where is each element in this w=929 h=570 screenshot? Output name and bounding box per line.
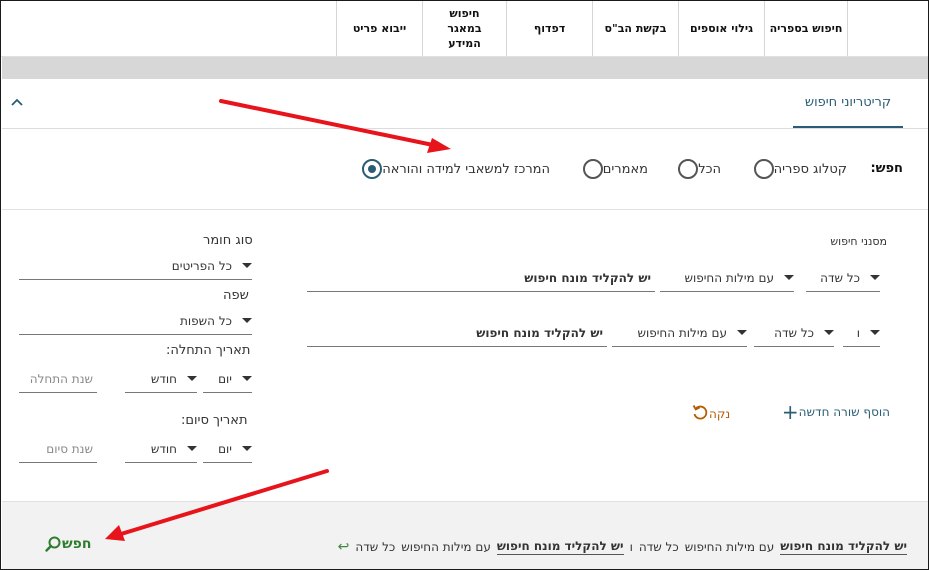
gray-divider [2, 57, 928, 79]
summary-field-1: כל שדה [355, 540, 396, 554]
search-button[interactable]: חפש [40, 535, 91, 553]
start-year-placeholder: שנת התחלה [29, 371, 93, 386]
summary-field-2: כל שדה [638, 540, 679, 554]
term-input-value: יש להקליד מונח חיפוש [524, 270, 651, 285]
nav-interlibrary-request[interactable]: בקשת הב"ס [592, 1, 678, 56]
end-day-select[interactable]: יום [203, 435, 252, 463]
operator-select-value: עם מילות החיפוש [637, 325, 727, 340]
add-row-label: הוסף שורה חדשה [798, 405, 890, 419]
summary-term-2[interactable]: יש להקליד מונח חיפוש [780, 539, 907, 555]
top-navigation: חיפוש בספריה גילוי אוספים בקשת הב"ס דפדו… [1, 1, 928, 57]
bool-select-value: ו [856, 325, 860, 340]
field-select-1[interactable]: כל שדה [806, 264, 880, 292]
term-input-2[interactable]: יש להקליד מונח חיפוש [307, 319, 607, 347]
filters-label: מסנני חיפוש [830, 235, 887, 248]
end-year-placeholder: שנת סיום [46, 441, 93, 456]
term-input-1[interactable]: יש להקליד מונח חיפוש [307, 264, 655, 292]
radio-all[interactable]: הכל [670, 157, 721, 181]
radio-learning-center[interactable]: המרכז למשאבי למידה והוראה [354, 157, 550, 181]
summary-bool: ו [629, 540, 633, 554]
caret-down-icon [187, 376, 197, 381]
operator-select-value: עם מילות החיפוש [684, 270, 774, 285]
caret-down-icon [242, 263, 252, 268]
start-day-value: יום [218, 371, 232, 386]
query-summary-bar: ↩ כל שדה עם מילות החיפוש יש להקליד מונח … [2, 501, 928, 569]
material-type-value: כל הפריטים [171, 258, 232, 273]
search-icon [45, 536, 61, 552]
start-date-label: תאריך התחלה: [166, 343, 251, 358]
caret-down-icon [870, 275, 880, 280]
material-type-label: סוג חומר [203, 233, 253, 248]
app-window: חיפוש בספריה גילוי אוספים בקשת הב"ס דפדו… [0, 0, 929, 570]
radio-articles[interactable]: מאמרים [575, 157, 648, 181]
end-month-select[interactable]: חודש [125, 435, 197, 463]
field-select-value: כל שדה [820, 270, 860, 285]
radio-circle-checked[interactable] [362, 159, 383, 179]
radio-label: מאמרים [602, 161, 648, 177]
caret-down-icon [737, 330, 747, 335]
language-label: שפה [223, 288, 249, 303]
clear-button[interactable]: נקה [687, 403, 730, 424]
bool-select-2[interactable]: ו [843, 319, 880, 347]
radio-circle[interactable] [678, 159, 699, 179]
start-month-value: חודש [150, 371, 177, 386]
caret-down-icon [187, 446, 197, 451]
criteria-header: קריטריוני חיפוש [2, 79, 928, 129]
undo-icon [691, 403, 709, 424]
radio-circle[interactable] [582, 159, 603, 179]
add-row-button[interactable]: + הוסף שורה חדשה [776, 400, 890, 424]
radio-label: קטלוג ספריה [773, 161, 847, 177]
radio-circle[interactable] [753, 159, 774, 179]
tab-search-criteria[interactable]: קריטריוני חיפוש [793, 79, 903, 128]
summary-term-1[interactable]: יש להקליד מונח חיפוש [496, 539, 624, 555]
end-year-input[interactable]: שנת סיום [19, 435, 97, 463]
caret-down-icon [784, 275, 794, 280]
summary-operator-1: עם מילות החיפוש [401, 540, 491, 554]
nav-browse[interactable]: דפדוף [506, 1, 592, 56]
search-scope: חפש: קטלוג ספריה הכל מאמרים המרכז למשאבי… [2, 129, 928, 210]
caret-down-icon [242, 318, 252, 323]
nav-collection-discovery[interactable]: גילוי אוספים [678, 1, 764, 56]
nav-import-item[interactable]: ייבוא פריט [336, 1, 422, 56]
nav-list: חיפוש בספריה גילוי אוספים בקשת הב"ס דפדו… [336, 1, 848, 56]
enter-arrow-icon: ↩ [337, 539, 350, 555]
caret-down-icon [870, 330, 880, 335]
language-value: כל השפות [180, 313, 232, 328]
start-month-select[interactable]: חודש [125, 365, 197, 393]
field-select-2[interactable]: כל שדה [754, 319, 834, 347]
query-summary: ↩ כל שדה עם מילות החיפוש יש להקליד מונח … [330, 539, 907, 555]
radio-label: הכל [698, 161, 721, 177]
operator-select-1[interactable]: עם מילות החיפוש [660, 264, 794, 292]
end-date-label: תאריך סיום: [181, 413, 248, 428]
material-type-select[interactable]: כל הפריטים [19, 252, 252, 280]
scope-label: חפש: [870, 161, 903, 176]
clear-label: נקה [709, 406, 731, 421]
summary-operator-2: עם מילות החיפוש [684, 540, 775, 554]
search-button-label: חפש [62, 536, 92, 552]
radio-library-catalog[interactable]: קטלוג ספריה [746, 157, 847, 181]
radio-label: המרכז למשאבי למידה והוראה [382, 161, 550, 177]
nav-library-search[interactable]: חיפוש בספריה [764, 1, 848, 56]
end-day-value: יום [218, 441, 232, 456]
chevron-up-icon[interactable] [8, 93, 26, 111]
term-input-value: יש להקליד מונח חיפוש [476, 325, 603, 340]
caret-down-icon [242, 446, 252, 451]
caret-down-icon [824, 330, 834, 335]
language-select[interactable]: כל השפות [19, 307, 252, 335]
plus-icon: + [781, 400, 799, 424]
nav-database-search[interactable]: חיפוש במאגר המידע [422, 1, 506, 56]
field-select-value: כל שדה [774, 325, 814, 340]
start-day-select[interactable]: יום [203, 365, 252, 393]
caret-down-icon [242, 376, 252, 381]
operator-select-2[interactable]: עם מילות החיפוש [612, 319, 747, 347]
start-year-input[interactable]: שנת התחלה [19, 365, 97, 393]
end-month-value: חודש [150, 441, 177, 456]
